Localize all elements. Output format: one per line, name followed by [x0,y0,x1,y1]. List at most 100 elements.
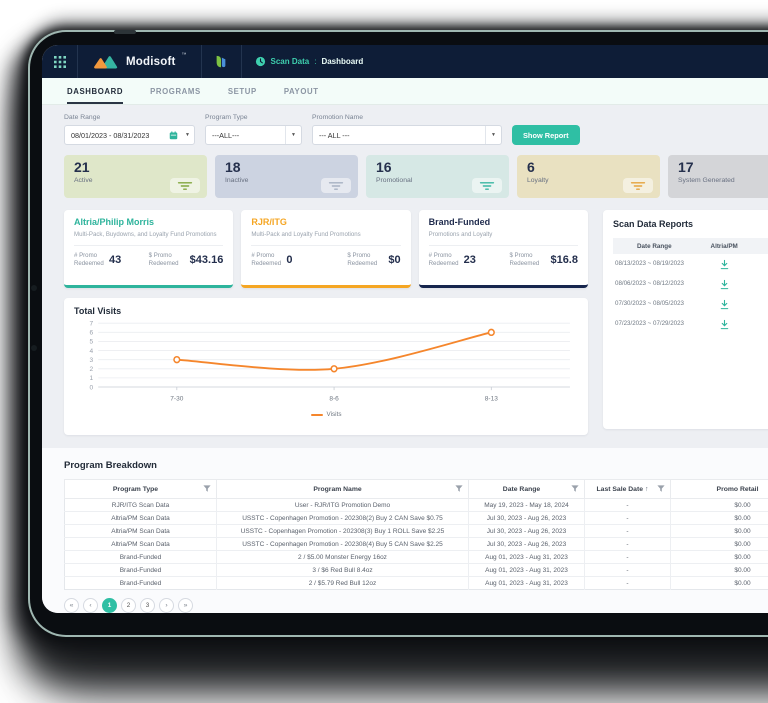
tab-payout[interactable]: PAYOUT [284,78,319,104]
download-icon[interactable] [719,259,730,270]
column-header: Program Name [216,479,469,499]
scan-data-reports-card: Scan Data Reports Date Range Altria/PM R… [603,210,768,429]
cell-date-range: Aug 01, 2023 - Aug 31, 2023 [468,576,585,590]
table-row[interactable]: RJR/ITG Scan Data User - RJR/ITG Promoti… [64,498,768,512]
breadcrumb-app[interactable]: Scan Data [271,57,310,66]
stat-card[interactable]: 17 System Generated [668,155,768,198]
cell-program-name: 2 / $5.00 Monster Energy 16oz [216,550,469,564]
table-row[interactable]: Altria/PM Scan Data USSTC - Copenhagen P… [64,511,768,525]
pagination-prev-button[interactable]: ‹ [83,598,98,613]
tab-dashboard[interactable]: DASHBOARD [67,78,124,104]
report-date-range: 08/13/2023 ~ 08/19/2023 [615,260,684,268]
stat-card[interactable]: 16 Promotional [366,155,509,198]
promo-card-title: Altria/Philip Morris [74,217,155,227]
tablet-side-button [31,285,37,291]
brand-logo[interactable]: Modisoft ™ [78,45,202,78]
cell-program-type: Altria/PM Scan Data [64,511,217,525]
cell-program-type: Altria/PM Scan Data [64,524,217,538]
filter-funnel-icon[interactable] [623,178,653,193]
download-icon[interactable] [719,299,730,310]
column-filter-icon[interactable] [571,485,579,493]
pagination-next-button[interactable]: › [159,598,174,613]
table-row[interactable]: Brand-Funded 3 / $6 Red Bull 8.4oz Aug 0… [64,563,768,577]
column-header: Altria/PM [710,242,738,250]
cell-last-sale: - [584,550,671,564]
column-header: Date Range [636,242,672,250]
promotion-name-select[interactable]: --- ALL --- ▼ [312,125,502,145]
pagination-page-1[interactable]: 1 [102,598,117,613]
clock-icon [255,56,266,67]
download-icon[interactable] [719,279,730,290]
promo-amount-value: $16.8 [550,253,578,266]
cell-promo-retail: $0.00 [670,537,768,551]
stat-value: 6 [527,159,535,175]
date-range-label: Date Range [64,114,101,121]
promo-amount-value: $0 [388,253,401,266]
chevron-down-icon[interactable]: ▼ [485,126,501,144]
pagination-page-3[interactable]: 3 [140,598,155,613]
report-date-range: 07/30/2023 ~ 08/05/2023 [615,300,684,308]
program-type-select[interactable]: ---ALL--- ▼ [205,125,302,145]
cell-last-sale: - [584,524,671,538]
scan-data-app-button[interactable] [202,45,242,78]
scan-reports-header: Date Range Altria/PM RJR/ITG [613,238,768,254]
cell-date-range: Jul 30, 2023 - Aug 26, 2023 [468,537,585,551]
column-filter-icon[interactable] [657,485,665,493]
apps-grid-button[interactable] [42,45,78,78]
cell-promo-retail: $0.00 [670,524,768,538]
stat-card[interactable]: 18 Inactive [215,155,358,198]
cell-program-name: 2 / $5.79 Red Bull 12oz [216,576,469,590]
pagination-first-button[interactable]: « [64,598,79,613]
filter-funnel-icon[interactable] [472,178,502,193]
column-header: RJR/ITG [753,243,768,250]
svg-text:3: 3 [90,357,94,364]
pagination-last-button[interactable]: » [178,598,193,613]
total-visits-card: Total Visits 0 1 2 3 4 5 6 7 7-30 8-6 8-13 Visits [64,298,588,435]
tab-programs[interactable]: PROGRAMS [150,78,201,104]
tab-setup[interactable]: SETUP [228,78,257,104]
stat-card[interactable]: 6 Loyalty [517,155,660,198]
pagination-page-2[interactable]: 2 [121,598,136,613]
show-report-button[interactable]: Show Report [512,125,580,145]
cell-program-type: Brand-Funded [64,576,217,590]
filter-bar: Date Range 08/01/2023 - 08/31/2023 ▼ Pro… [64,114,768,145]
column-filter-icon[interactable] [203,485,211,493]
filter-funnel-icon[interactable] [170,178,200,193]
promotion-name-label: Promotion Name [312,114,363,121]
promotion-name-value: --- ALL --- [319,130,350,140]
table-row[interactable]: Altria/PM Scan Data USSTC - Copenhagen P… [64,524,768,538]
date-range-input[interactable]: 08/01/2023 - 08/31/2023 ▼ [64,125,195,145]
column-filter-icon[interactable] [455,485,463,493]
promo-card-subtitle: Promotions and Loyalty [428,230,493,238]
brand-trademark: ™ [181,52,187,58]
page: Modisoft ™ Scan Data: Dashboard DASHBOA… [0,0,768,703]
sort-asc-icon[interactable]: ↑ [645,486,649,493]
divider [251,244,401,246]
main-content: Date Range 08/01/2023 - 08/31/2023 ▼ Pro… [42,105,768,613]
filter-funnel-icon[interactable] [321,178,351,193]
download-icon[interactable] [719,319,730,330]
table-row[interactable]: Brand-Funded 2 / $5.00 Monster Energy 16… [64,550,768,564]
cell-last-sale: - [584,563,671,577]
program-type-value: ---ALL--- [212,130,240,140]
chevron-down-icon[interactable]: ▼ [181,126,194,144]
stat-card[interactable]: 21 Active [64,155,207,198]
promo-count-label: # Promo Redeemed [428,251,459,267]
column-header: Last Sale Date ↑ [584,479,671,499]
chevron-down-icon[interactable]: ▼ [285,126,301,144]
cell-date-range: May 19, 2023 - May 18, 2024 [468,498,585,512]
stat-value: 16 [376,159,392,175]
table-row[interactable]: Altria/PM Scan Data USSTC - Copenhagen P… [64,537,768,551]
cell-program-name: USSTC - Copenhagen Promotion - 202308(3)… [216,524,469,538]
table-row: 08/06/2023 ~ 08/12/2023 [613,274,768,294]
promo-card: Brand-Funded Promotions and Loyalty # Pr… [418,210,588,288]
tablet-side-button [31,345,37,351]
calendar-icon[interactable] [169,130,178,140]
cell-promo-retail: $0.00 [670,563,768,577]
table-row[interactable]: Brand-Funded 2 / $5.79 Red Bull 12oz Aug… [64,576,768,590]
breadcrumb-page[interactable]: Dashboard [321,57,363,66]
chart-title: Total Visits [74,306,122,316]
date-range-value: 08/01/2023 - 08/31/2023 [71,130,150,140]
program-breakdown-table: Program Type Program Name Date Range Las… [64,479,768,590]
cell-program-name: USSTC - Copenhagen Promotion - 202308(4)… [216,537,469,551]
